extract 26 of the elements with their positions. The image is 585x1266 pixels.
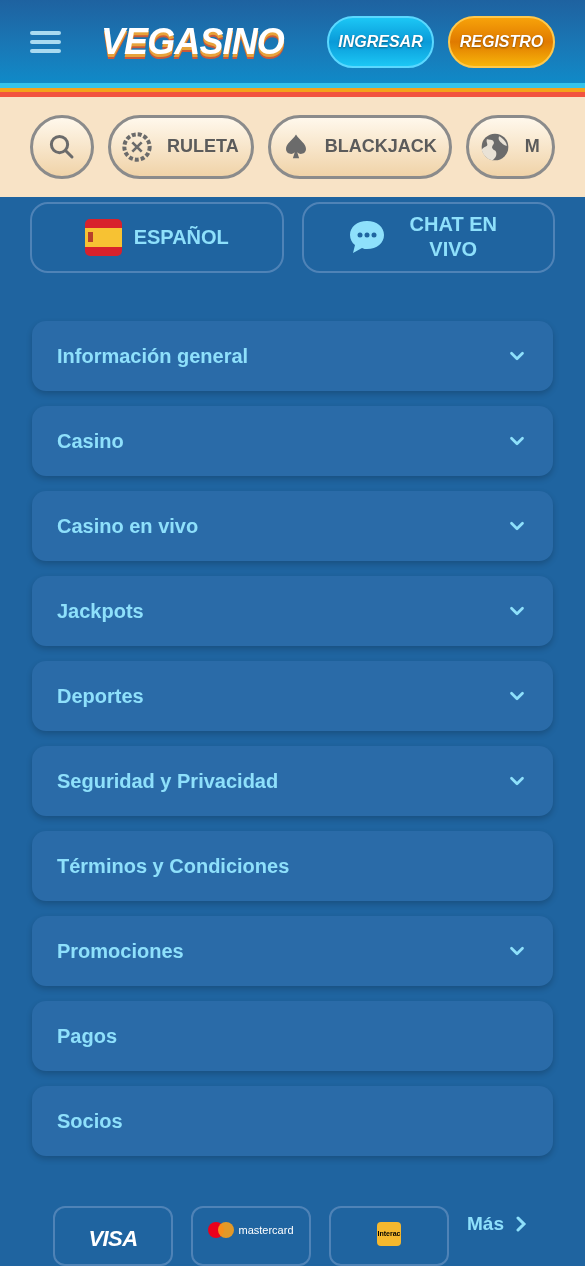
menu-item[interactable]: Deportes — [32, 661, 553, 731]
mastercard-logo: mastercard — [238, 1223, 294, 1238]
menu-item[interactable]: Casino en vivo — [32, 491, 553, 561]
menu-item[interactable]: Promociones — [32, 916, 553, 986]
register-button[interactable]: REGISTRO — [448, 15, 555, 68]
category-chip[interactable]: RULETA — [108, 114, 254, 179]
mastercard-circles-icon — [208, 1222, 235, 1239]
flag-icon — [84, 219, 122, 256]
menu-icon[interactable] — [30, 29, 61, 54]
menu-item[interactable]: Términos y Condiciones — [32, 831, 553, 901]
category-chip[interactable]: M — [465, 114, 555, 179]
menu-item[interactable]: Información general — [32, 321, 553, 391]
roulette-wheel-icon — [121, 130, 153, 163]
chat-bubble-icon — [348, 219, 387, 256]
live-chat-button[interactable]: CHAT EN VIVO — [301, 202, 555, 273]
visa-logo: VISA — [88, 1225, 138, 1253]
login-button[interactable]: INGRESAR — [327, 15, 434, 68]
category-chip[interactable]: BLACKJACK — [267, 114, 452, 179]
language-button[interactable]: ESPAÑOL — [30, 202, 284, 273]
menu-item[interactable]: Pagos — [32, 1001, 553, 1071]
logo[interactable]: VEGASINO — [101, 14, 284, 69]
menu-item[interactable]: Seguridad y Privacidad — [32, 746, 553, 816]
more-link[interactable]: Más — [467, 1209, 528, 1239]
menu-item[interactable]: Casino — [32, 406, 553, 476]
menu-item[interactable]: Jackpots — [32, 576, 553, 646]
menu-item[interactable]: Socios — [32, 1086, 553, 1156]
